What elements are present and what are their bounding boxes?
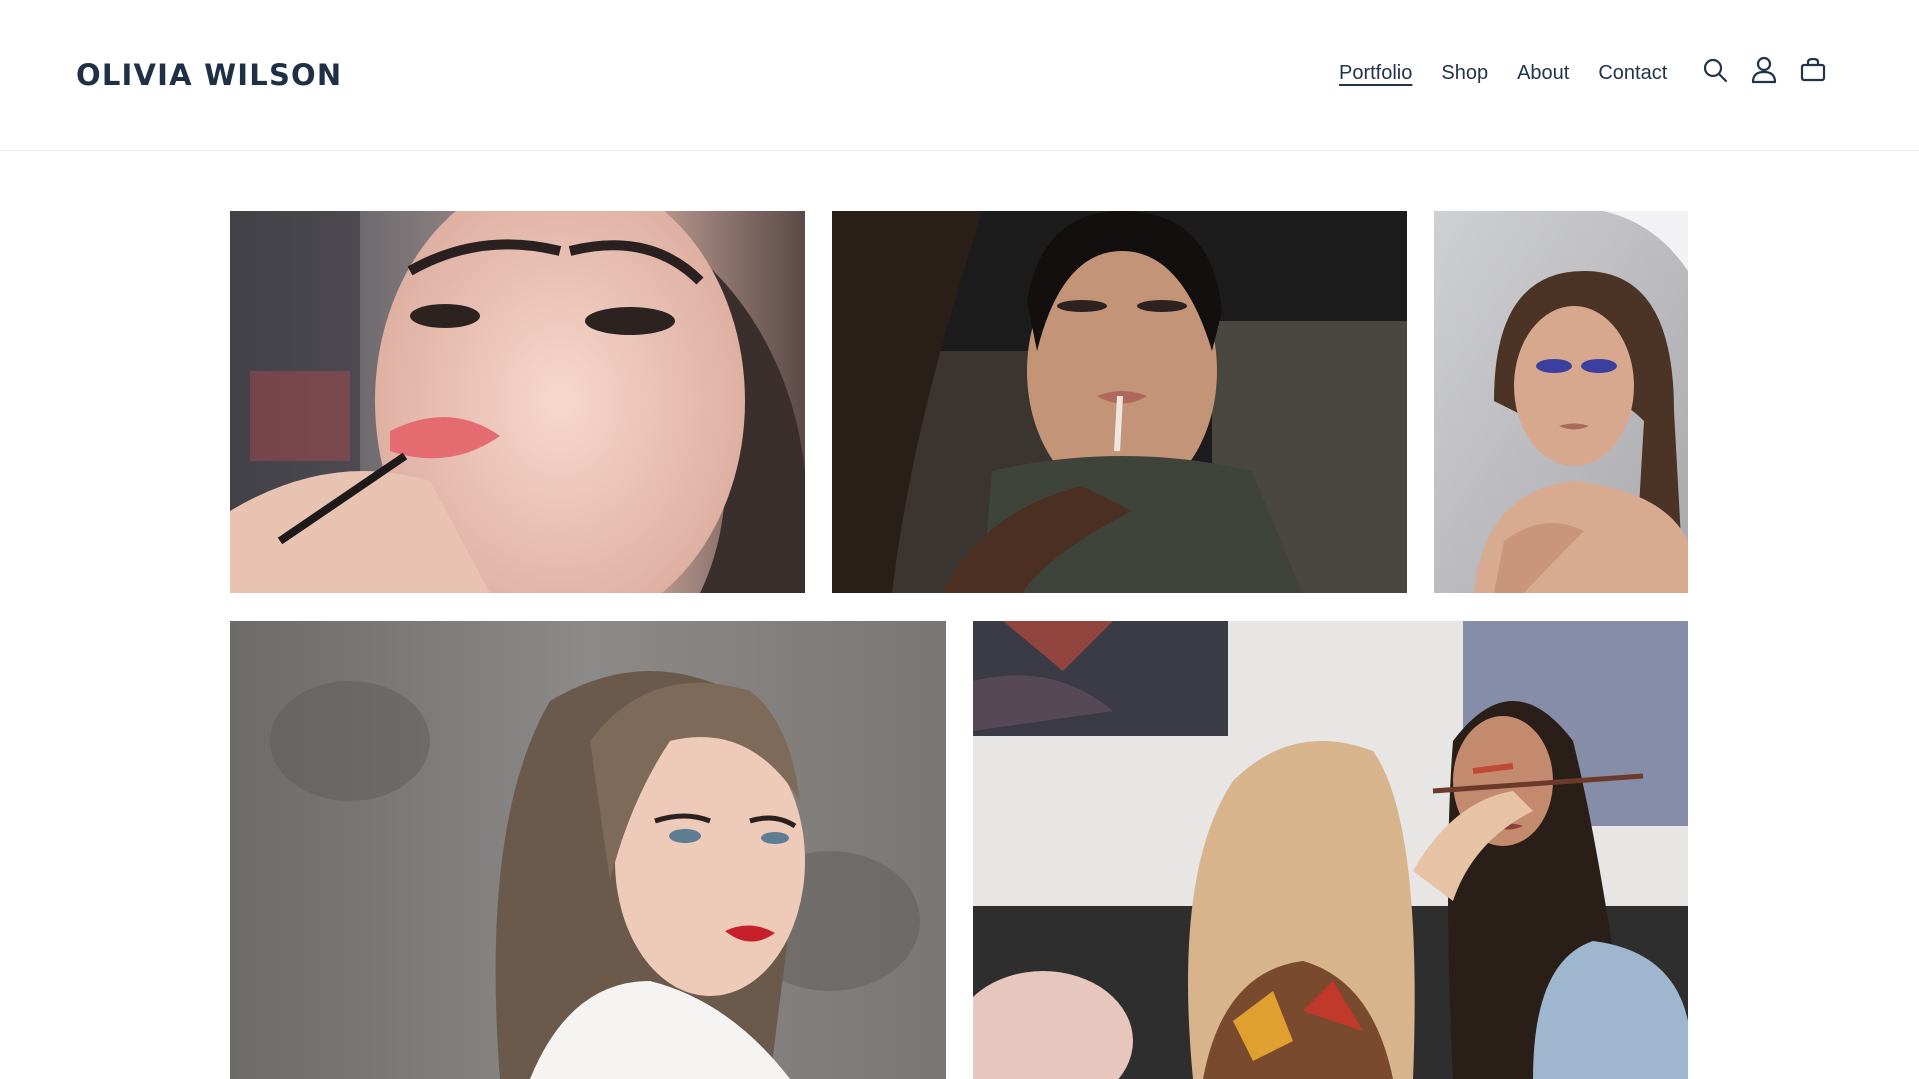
main-nav: Portfolio Shop About Contact <box>1339 62 1696 85</box>
photo-lipstick-closeup[interactable] <box>230 211 805 593</box>
photo-blue-eyeshadow-portrait[interactable] <box>1434 211 1688 593</box>
photo-eyeshadow-application[interactable] <box>973 621 1688 1079</box>
photo-lipgloss-application[interactable] <box>832 211 1407 593</box>
portfolio-gallery <box>0 0 1919 1079</box>
nav-item-contact[interactable]: Contact <box>1598 62 1667 85</box>
photo-lipgloss-application-image <box>832 211 1407 593</box>
search-icon[interactable] <box>1701 56 1729 84</box>
header-icons <box>1701 56 1848 84</box>
nav-item-portfolio[interactable]: Portfolio <box>1339 62 1412 85</box>
brand-logo[interactable]: OLIVIA WILSON <box>76 58 342 92</box>
cart-icon[interactable] <box>1799 56 1827 84</box>
site-header: OLIVIA WILSON Portfolio Shop About Conta… <box>0 0 1919 151</box>
photo-red-lips-bride[interactable] <box>230 621 946 1079</box>
photo-lipstick-closeup-image <box>230 211 805 593</box>
photo-eyeshadow-application-image <box>973 621 1688 1079</box>
nav-item-about[interactable]: About <box>1517 62 1569 85</box>
nav-item-shop[interactable]: Shop <box>1441 62 1488 85</box>
photo-blue-eyeshadow-portrait-image <box>1434 211 1688 593</box>
account-icon[interactable] <box>1750 56 1778 84</box>
photo-red-lips-bride-image <box>230 621 946 1079</box>
